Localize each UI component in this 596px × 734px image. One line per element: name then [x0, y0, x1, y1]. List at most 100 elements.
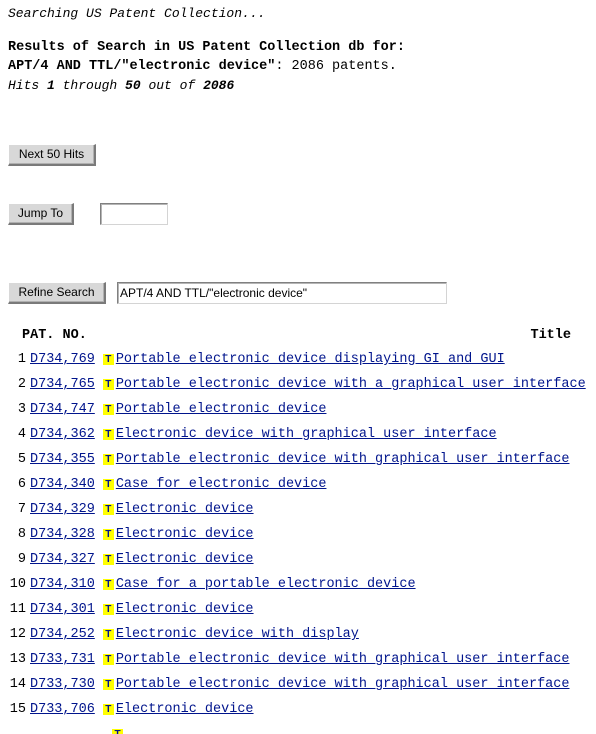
patent-title-link[interactable]: Electronic device with display — [116, 622, 359, 647]
results-heading: Results of Search in US Patent Collectio… — [8, 40, 405, 55]
hits-from: 1 — [47, 78, 55, 93]
row-index: 13 — [9, 652, 26, 667]
row-index: 6 — [17, 477, 26, 492]
table-row: 2 D734,765 T Portable electronic device wit… — [0, 372, 596, 397]
row-index: 1 — [17, 352, 26, 367]
patent-number-link[interactable]: D734,769 — [30, 347, 95, 372]
patent-title-link[interactable]: Electronic device — [116, 547, 254, 572]
patent-number-link[interactable]: D734,340 — [30, 472, 95, 497]
table-row: 13 D733,731 T Portable electronic device wi… — [0, 647, 596, 672]
table-row: 4 D734,362 T Electronic device with graphic… — [0, 422, 596, 447]
full-text-icon[interactable]: T — [102, 553, 114, 565]
table-row: 15 D733,706 T Electronic device — [0, 697, 596, 722]
row-index: 10 — [9, 577, 26, 592]
hits-total: 2086 — [203, 78, 235, 93]
patent-title-link[interactable]: Portable electronic device with graphica… — [116, 672, 570, 697]
results-hits-range: Hits 1 through 50 out of 2086 — [8, 76, 405, 95]
full-text-icon[interactable]: T — [102, 478, 114, 490]
results-query-line: APT/4 AND TTL/"electronic device": 2086 … — [8, 57, 405, 76]
row-index: 15 — [9, 702, 26, 717]
full-text-icon[interactable]: T — [102, 378, 114, 390]
full-text-icon[interactable]: T — [102, 403, 114, 415]
row-index: 12 — [9, 627, 26, 642]
patent-number-link[interactable]: D733,730 — [30, 672, 95, 697]
table-row: 1 D734,769 T Portable electronic device dis… — [0, 347, 596, 372]
full-text-icon[interactable]: T — [102, 578, 114, 590]
full-text-icon[interactable]: T — [102, 653, 114, 665]
full-text-icon[interactable]: T — [102, 428, 114, 440]
table-row: 9 D734,327 T Electronic device — [0, 547, 596, 572]
patent-title-link[interactable]: Electronic device — [116, 697, 254, 722]
results-table-body: 1 D734,769 T Portable electronic device dis… — [0, 347, 596, 734]
patent-title-link[interactable]: Electronic device with graphical user in… — [116, 422, 497, 447]
table-row: 7 D734,329 T Electronic device — [0, 497, 596, 522]
searching-status-text: Searching US Patent Collection... — [8, 6, 266, 21]
full-text-icon[interactable]: T — [112, 728, 123, 734]
results-count-text: : 2086 patents. — [275, 59, 397, 74]
table-row: 5 D734,355 T Portable electronic device wit… — [0, 447, 596, 472]
refine-search-button[interactable]: Refine Search — [8, 282, 106, 304]
full-text-icon[interactable]: T — [102, 503, 114, 515]
table-row: 6 D734,340 T Case for electronic device — [0, 472, 596, 497]
row-index: 4 — [17, 427, 26, 442]
patent-title-link[interactable]: Case for a portable electronic device — [116, 572, 416, 597]
table-row: 3 D734,747 T Portable electronic device — [0, 397, 596, 422]
patent-title-link[interactable]: Case for electronic device — [116, 472, 327, 497]
jump-to-input[interactable] — [100, 203, 168, 225]
row-index: 9 — [17, 552, 26, 567]
column-header-patent-number: PAT. NO. — [22, 328, 87, 343]
hits-to: 50 — [125, 78, 141, 93]
full-text-icon[interactable]: T — [102, 703, 114, 715]
patent-title-link[interactable]: Portable electronic device with a graphi… — [116, 372, 586, 397]
patent-title-link[interactable]: Portable electronic device with graphica… — [116, 647, 570, 672]
jump-to-button[interactable]: Jump To — [8, 203, 74, 225]
patent-title-link[interactable]: Portable electronic device displaying GI… — [116, 347, 505, 372]
patent-title-link[interactable]: Electronic device — [116, 522, 254, 547]
row-index: 14 — [9, 677, 26, 692]
refine-search-input[interactable] — [117, 282, 447, 304]
patent-number-link[interactable]: D734,362 — [30, 422, 95, 447]
patent-title-link[interactable]: Portable electronic device — [116, 397, 327, 422]
patent-title-link[interactable]: Electronic device — [116, 597, 254, 622]
table-row: 10 D734,310 T Case for a portable electroni… — [0, 572, 596, 597]
table-row: T — [0, 722, 596, 734]
patent-number-link[interactable]: D734,328 — [30, 522, 95, 547]
full-text-icon[interactable]: T — [102, 353, 114, 365]
patent-number-link[interactable]: D734,355 — [30, 447, 95, 472]
row-index: 2 — [17, 377, 26, 392]
hits-outof: out of — [140, 78, 204, 93]
table-row: 11 D734,301 T Electronic device — [0, 597, 596, 622]
table-row: 12 D734,252 T Electronic device with displa… — [0, 622, 596, 647]
full-text-icon[interactable]: T — [102, 628, 114, 640]
patent-number-link[interactable]: D734,327 — [30, 547, 95, 572]
results-query-text: APT/4 AND TTL/"electronic device" — [8, 59, 276, 74]
table-row: 8 D734,328 T Electronic device — [0, 522, 596, 547]
full-text-icon[interactable]: T — [102, 603, 114, 615]
next-50-hits-button[interactable]: Next 50 Hits — [8, 144, 96, 166]
results-summary: Results of Search in US Patent Collectio… — [8, 38, 405, 95]
full-text-icon[interactable]: T — [102, 528, 114, 540]
refine-search-label: Refine Search — [18, 285, 95, 299]
patent-number-link[interactable]: D734,765 — [30, 372, 95, 397]
row-index: 8 — [17, 527, 26, 542]
row-index: 5 — [17, 452, 26, 467]
jump-to-label: Jump To — [17, 206, 64, 220]
hits-prefix: Hits — [8, 78, 48, 93]
row-index: 7 — [17, 502, 26, 517]
row-index: 11 — [9, 602, 26, 617]
patent-number-link[interactable]: D733,731 — [30, 647, 95, 672]
patent-number-link[interactable]: D734,747 — [30, 397, 95, 422]
full-text-icon[interactable]: T — [102, 453, 114, 465]
patent-number-link[interactable]: D734,310 — [30, 572, 95, 597]
row-index: 3 — [17, 402, 26, 417]
patent-number-link[interactable]: D733,706 — [30, 697, 95, 722]
hits-mid: through — [54, 78, 126, 93]
patent-number-link[interactable]: D734,301 — [30, 597, 95, 622]
next-50-hits-label: Next 50 Hits — [18, 147, 85, 161]
patent-title-link[interactable]: Portable electronic device with graphica… — [116, 447, 570, 472]
results-table-header: PAT. NO. Title — [0, 327, 596, 345]
table-row: 14 D733,730 T Portable electronic device wi… — [0, 672, 596, 697]
patent-number-link[interactable]: D734,252 — [30, 622, 95, 647]
patent-title-link[interactable]: Electronic device — [116, 497, 254, 522]
patent-number-link[interactable]: D734,329 — [30, 497, 95, 522]
